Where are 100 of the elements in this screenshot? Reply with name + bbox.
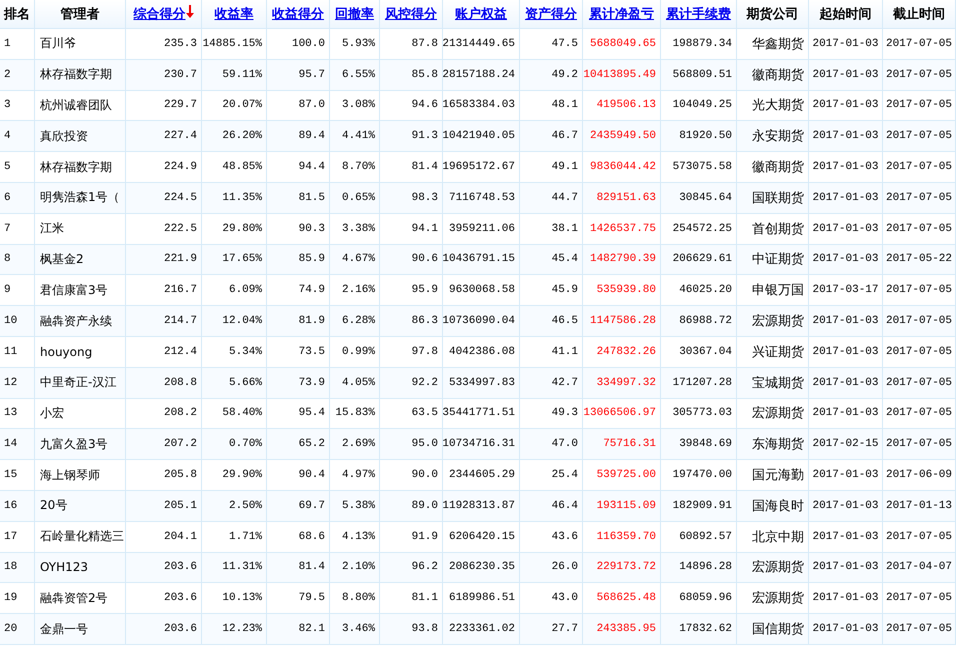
table-cell: 10413895.49 [583, 60, 661, 91]
table-cell: 27.7 [520, 614, 583, 645]
table-cell: 林存福数字期 [35, 60, 126, 91]
table-cell: 44.7 [520, 182, 583, 214]
table-cell: 98.3 [380, 182, 443, 214]
table-cell: 203.6 [126, 552, 202, 584]
table-cell: 227.4 [126, 121, 202, 152]
table-cell: 206629.61 [661, 244, 737, 276]
table-cell: 85.9 [267, 244, 330, 276]
table-cell: 2.50% [202, 490, 267, 522]
table-cell: 永安期货 [737, 121, 809, 152]
table-cell: 2017-01-03 [809, 614, 883, 645]
table-cell: 明隽浩森1号（ [35, 182, 126, 214]
table-cell: 徽商期货 [737, 60, 809, 91]
table-cell: 96.2 [380, 552, 443, 584]
table-cell: 69.7 [267, 490, 330, 522]
table-cell: 11928313.87 [443, 490, 520, 522]
table-cell: 17.65% [202, 244, 267, 276]
table-cell: 829151.63 [583, 182, 661, 214]
table-cell: 6.55% [330, 60, 380, 91]
table-cell: 2017-01-03 [809, 490, 883, 522]
table-cell: 2017-07-05 [883, 614, 956, 645]
table-cell: 18 [0, 552, 35, 584]
table-cell: 中里奇正-汉江 [35, 368, 126, 399]
table-cell: 真欣投资 [35, 121, 126, 152]
table-cell: 0.70% [202, 429, 267, 460]
table-cell: 207.2 [126, 429, 202, 460]
table-cell: 95.0 [380, 429, 443, 460]
table-cell: 4 [0, 121, 35, 152]
table-cell: 14896.28 [661, 552, 737, 584]
table-cell: 九富久盈3号 [35, 429, 126, 460]
column-title: 期货公司 [746, 6, 798, 23]
table-cell: 26.0 [520, 552, 583, 584]
table-cell: 17832.62 [661, 614, 737, 645]
table-cell: 11.31% [202, 552, 267, 584]
table-cell: 10421940.05 [443, 121, 520, 152]
table-cell: 26.20% [202, 121, 267, 152]
table-cell: 2017-07-05 [883, 60, 956, 91]
table-cell: 国联期货 [737, 182, 809, 214]
table-cell: 宏源期货 [737, 306, 809, 337]
table-cell: 75716.31 [583, 429, 661, 460]
table-cell: 宝城期货 [737, 368, 809, 399]
table-cell: 14 [0, 429, 35, 460]
table-cell: 2.10% [330, 552, 380, 584]
table-cell: 214.7 [126, 306, 202, 337]
table-cell: 12 [0, 368, 35, 399]
table-cell: 89.4 [267, 121, 330, 152]
table-cell: 229173.72 [583, 552, 661, 584]
table-cell: 92.2 [380, 368, 443, 399]
table-cell: 2435949.50 [583, 121, 661, 152]
table-cell: 81920.50 [661, 121, 737, 152]
table-cell: 20 [0, 614, 35, 645]
column-title: 管理者 [60, 6, 100, 23]
table-cell: 4.05% [330, 368, 380, 399]
table-cell: 2.69% [330, 429, 380, 460]
table-cell: 枫基金2 [35, 244, 126, 276]
table-cell: 203.6 [126, 614, 202, 645]
table-cell: 243385.95 [583, 614, 661, 645]
table-cell: 5.66% [202, 368, 267, 399]
table-cell: 7116748.53 [443, 182, 520, 214]
table-cell: 85.8 [380, 60, 443, 91]
table-cell: 国信期货 [737, 614, 809, 645]
table-cell: 2017-01-03 [809, 182, 883, 214]
table-cell: 89.0 [380, 490, 443, 522]
table-cell: 融犇资产永续 [35, 306, 126, 337]
table-cell: 334997.32 [583, 368, 661, 399]
table-cell: 2017-07-05 [883, 182, 956, 214]
table-cell: 81.4 [267, 552, 330, 584]
table-cell: 10 [0, 306, 35, 337]
table-cell: 2017-01-03 [809, 368, 883, 399]
table-cell: 59.11% [202, 60, 267, 91]
table-cell: 2017-04-07 [883, 552, 956, 584]
table-cell: 224.5 [126, 182, 202, 214]
table-cell: 6.28% [330, 306, 380, 337]
table-cell: 90.6 [380, 244, 443, 276]
table-cell: 46.4 [520, 490, 583, 522]
table-cell: 182909.91 [661, 490, 737, 522]
table-cell: 东海期货 [737, 429, 809, 460]
table-cell: 2017-07-05 [883, 306, 956, 337]
table-cell: 20号 [35, 490, 126, 522]
table-cell: 16 [0, 490, 35, 522]
table-cell: 2017-02-15 [809, 429, 883, 460]
table-cell: 2017-01-03 [809, 244, 883, 276]
table-cell: 49.2 [520, 60, 583, 91]
column-title: 起始时间 [820, 6, 872, 23]
table-cell: 10436791.15 [443, 244, 520, 276]
column-title: 截止时间 [893, 6, 945, 23]
table-cell: 中证期货 [737, 244, 809, 276]
table-cell: 28157188.24 [443, 60, 520, 91]
table-cell: 73.9 [267, 368, 330, 399]
table-cell: 2017-07-05 [883, 429, 956, 460]
table-cell: 81.5 [267, 182, 330, 214]
sort-link[interactable]: 综合得分 [134, 5, 194, 23]
table-cell: 46.5 [520, 306, 583, 337]
table-cell: 221.9 [126, 244, 202, 276]
table-cell: 金鼎一号 [35, 614, 126, 645]
table-cell: OYH123 [35, 552, 126, 584]
table-cell: 1482790.39 [583, 244, 661, 276]
table-cell: 0.65% [330, 182, 380, 214]
column-title: 排名 [4, 6, 30, 23]
